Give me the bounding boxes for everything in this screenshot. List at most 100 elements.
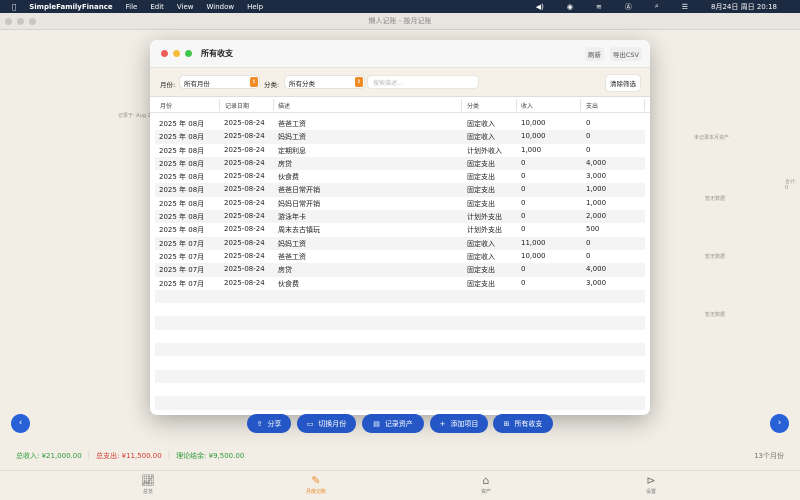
menu-view[interactable]: View (177, 3, 194, 11)
table-row[interactable]: 2025 年 08月2025-08-24定期利息计划外收入1,0000 (155, 144, 645, 157)
empty-row (155, 303, 645, 316)
table-header: 月份 记录日期 描述 分类 收入 支出 (150, 97, 650, 113)
total-expense: 总支出: ¥11,500.00 (96, 451, 162, 461)
table-cell: 固定收入 (467, 119, 495, 129)
menu-help[interactable]: Help (247, 3, 263, 11)
add-item-button[interactable]: +添加项目 (430, 414, 488, 433)
table-row[interactable]: 2025 年 08月2025-08-24房贷固定支出04,000 (155, 157, 645, 170)
month-select[interactable]: 所有月份 ⇕ (180, 76, 259, 88)
tab-assets[interactable]: ⌂资产 (466, 474, 506, 495)
table-row[interactable]: 2025 年 08月2025-08-24游泳年卡计划外支出02,000 (155, 210, 645, 223)
table-cell: 3,000 (586, 279, 606, 287)
column-header[interactable]: 支出 (586, 101, 598, 110)
category-select[interactable]: 所有分类 ⇕ (285, 76, 364, 88)
column-header[interactable]: 描述 (278, 101, 290, 110)
column-header[interactable]: 月份 (160, 101, 172, 110)
switch-month-button[interactable]: ▭切换月份 (297, 414, 356, 433)
dialog-header: 所有收支 刷新 导出CSV (150, 40, 650, 68)
table-cell: 2025-08-24 (224, 252, 265, 260)
table-row[interactable]: 2025 年 07月2025-08-24爸爸工资固定收入10,0000 (155, 250, 645, 263)
zoom-button[interactable] (29, 18, 36, 25)
bg-recorded: 记录于: Aug 2 (118, 112, 151, 119)
table-row[interactable]: 2025 年 08月2025-08-24伙食费固定支出03,000 (155, 170, 645, 183)
table-row[interactable]: 2025 年 07月2025-08-24伙食费固定支出03,000 (155, 277, 645, 290)
tab-settings[interactable]: ⊳设置 (631, 474, 671, 495)
table-cell: 2025 年 08月 (159, 146, 204, 156)
close-button[interactable] (5, 18, 12, 25)
record-assets-label: 记录资产 (385, 419, 413, 429)
control-center-icon[interactable]: ☰ (682, 3, 688, 11)
dialog-minimize-button[interactable] (173, 50, 180, 57)
export-csv-button[interactable]: 导出CSV (610, 47, 642, 61)
table-cell: 0 (521, 225, 525, 233)
bg-total: 合计: 0 (785, 178, 800, 191)
user-icon[interactable]: ◉ (567, 3, 573, 11)
apple-icon[interactable]:  (12, 3, 16, 11)
menu-window[interactable]: Window (207, 3, 235, 11)
column-header[interactable]: 记录日期 (225, 101, 249, 110)
bg-no-data: 暂无数据 (705, 195, 725, 202)
empty-row (155, 396, 645, 409)
table-cell: 4,000 (586, 265, 606, 273)
clear-filter-button[interactable]: 清除筛选 (606, 75, 640, 91)
table-cell: 2025 年 08月 (159, 119, 204, 129)
table-row[interactable]: 2025 年 08月2025-08-24爸爸日常开销固定支出01,000 (155, 183, 645, 196)
table-cell: 妈妈日常开销 (278, 199, 320, 209)
tab-overview[interactable]: 📈︎总览 (128, 474, 168, 495)
table-cell: 0 (586, 146, 590, 154)
menu-edit[interactable]: Edit (150, 3, 164, 11)
menu-app[interactable]: SimpleFamilyFinance (29, 3, 112, 11)
table-cell: 爸爸日常开销 (278, 185, 320, 195)
table-cell: 固定支出 (467, 185, 495, 195)
filter-bar: 月份: 所有月份 ⇕ 分类: 所有分类 ⇕ 搜索描述... 清除筛选 (150, 68, 650, 97)
table-cell: 计划外支出 (467, 212, 502, 222)
table-row[interactable]: 2025 年 08月2025-08-24妈妈日常开销固定支出01,000 (155, 197, 645, 210)
search-input[interactable]: 搜索描述... (368, 76, 478, 88)
table-row[interactable]: 2025 年 07月2025-08-24妈妈工资固定收入11,0000 (155, 237, 645, 250)
volume-icon[interactable]: ◀) (536, 3, 544, 11)
window-title: 懒人记账 - 按月记账 (369, 17, 432, 25)
tab-bar: 📈︎总览 ✎月度记账 ⌂资产 ⊳设置 (0, 470, 800, 500)
month-select-value: 所有月份 (184, 80, 210, 88)
tab-label: 月度记账 (306, 489, 326, 495)
menu-file[interactable]: File (126, 3, 138, 11)
input-method-icon[interactable]: Ⓐ (625, 2, 632, 12)
record-assets-button[interactable]: ▤记录资产 (362, 414, 424, 433)
category-select-value: 所有分类 (289, 80, 315, 88)
share-button[interactable]: ⇪分享 (247, 414, 291, 433)
table-row[interactable]: 2025 年 08月2025-08-24妈妈工资固定收入10,0000 (155, 130, 645, 143)
empty-row (155, 316, 645, 329)
column-header[interactable]: 分类 (467, 101, 479, 110)
table-row[interactable]: 2025 年 07月2025-08-24房贷固定支出04,000 (155, 263, 645, 276)
dialog-zoom-button[interactable] (185, 50, 192, 57)
table-cell: 2025-08-24 (224, 185, 265, 193)
dialog-close-button[interactable] (161, 50, 168, 57)
table-cell: 3,000 (586, 172, 606, 180)
table-body: 2025 年 08月2025-08-24爸爸工资固定收入10,00002025 … (155, 117, 645, 410)
chart-icon: 📈︎ (128, 474, 168, 488)
empty-row (155, 356, 645, 369)
wifi-icon[interactable]: ≋ (596, 3, 602, 11)
table-icon: ⊞ (504, 420, 510, 428)
bg-no-asset: 未记录本月资产 (694, 134, 729, 141)
tab-label: 总览 (143, 489, 153, 495)
table-cell: 10,000 (521, 132, 546, 140)
table-cell: 妈妈工资 (278, 239, 306, 249)
column-header[interactable]: 收入 (521, 101, 533, 110)
search-icon[interactable]: ⌕ (655, 2, 659, 11)
category-label: 分类: (264, 79, 279, 89)
house-icon: ⌂ (466, 474, 506, 488)
all-transactions-button[interactable]: ⊞所有收支 (493, 414, 553, 433)
clock[interactable]: 8月24日 周日 20:18 (711, 2, 777, 12)
table-row[interactable]: 2025 年 08月2025-08-24爸爸工资固定收入10,0000 (155, 117, 645, 130)
share-icon: ⇪ (257, 420, 263, 428)
table-cell: 0 (586, 239, 590, 247)
table-row[interactable]: 2025 年 08月2025-08-24周末去古镇玩计划外支出0500 (155, 223, 645, 236)
minimize-button[interactable] (17, 18, 24, 25)
tab-monthly[interactable]: ✎月度记账 (296, 474, 336, 495)
refresh-button[interactable]: 刷新 (585, 47, 604, 61)
table-cell: 2025-08-24 (224, 119, 265, 127)
table-cell: 周末去古镇玩 (278, 225, 320, 235)
table-cell: 2025 年 08月 (159, 172, 204, 182)
table-cell: 2,000 (586, 212, 606, 220)
